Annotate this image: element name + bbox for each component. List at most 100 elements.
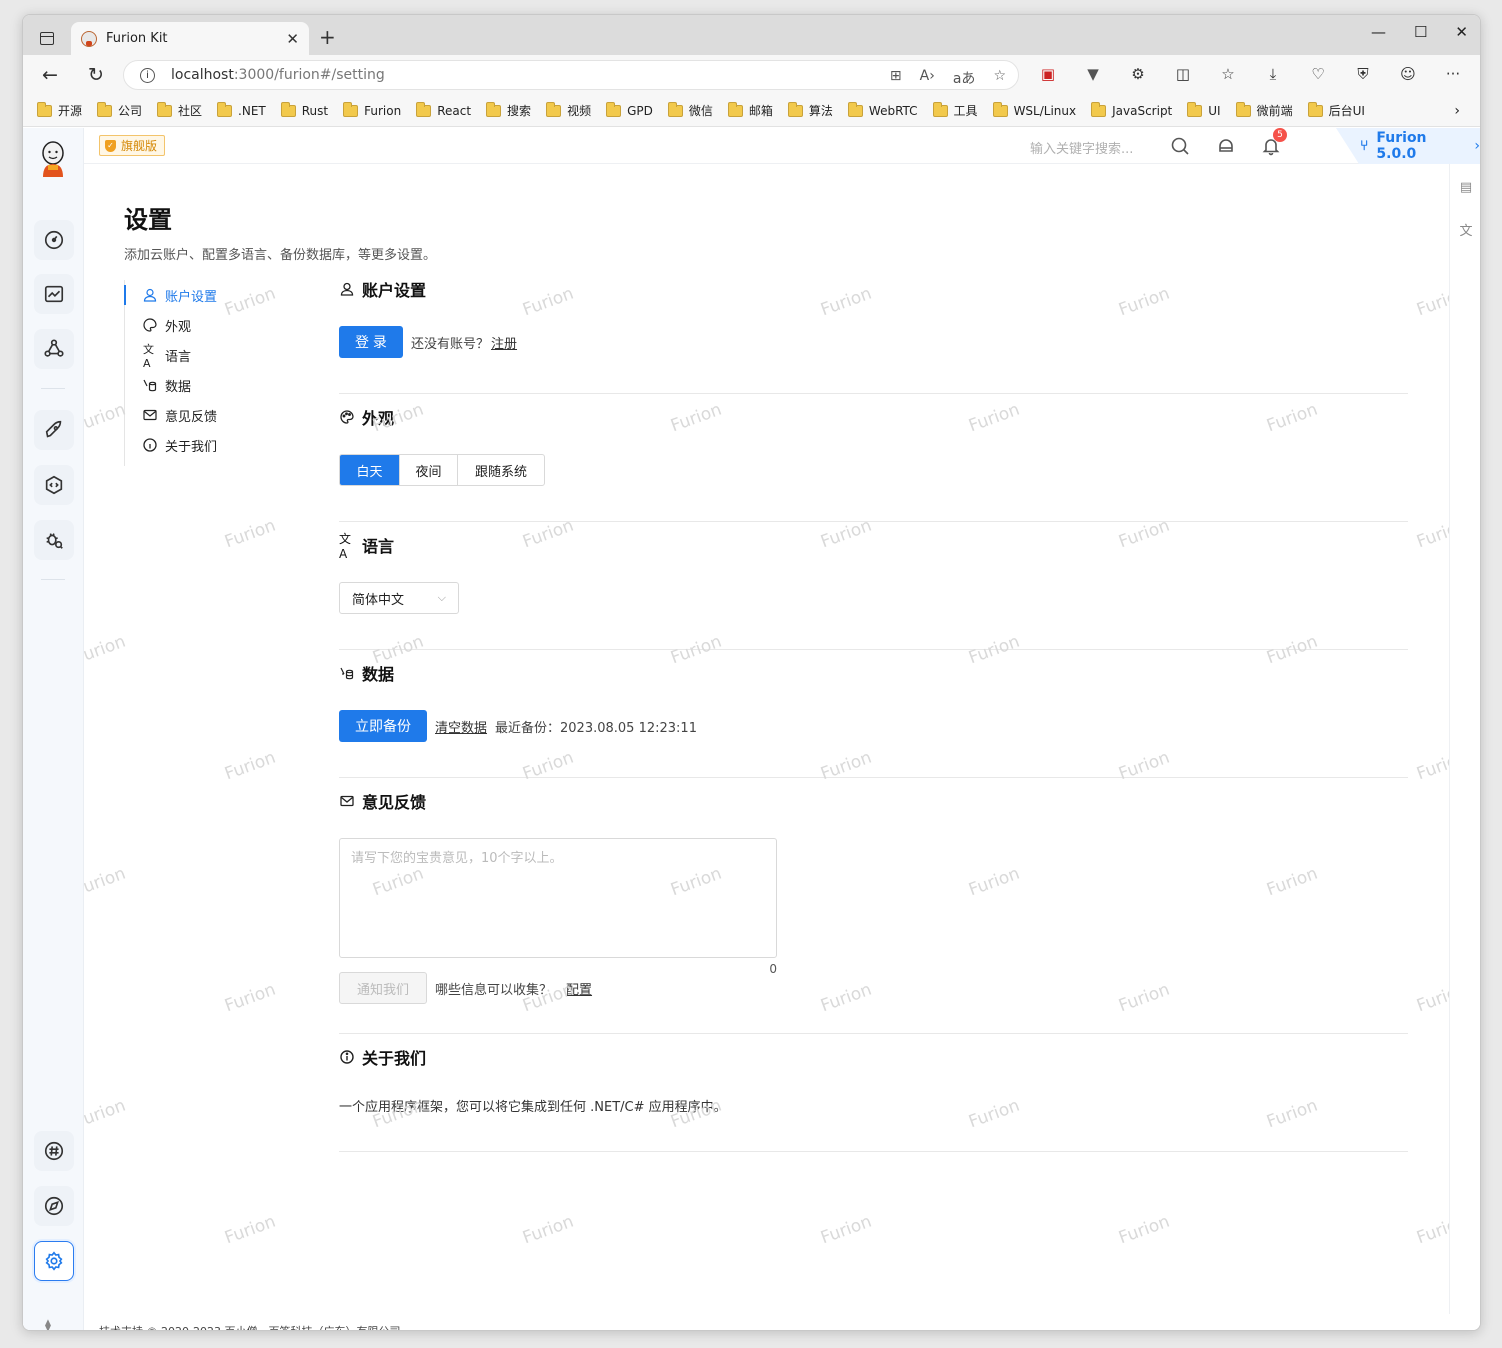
app-topbar: ✓ 旗舰版 输入关键字搜索... 5 ⑂ Furion 5.0.0 ›: [84, 128, 1480, 164]
search-input[interactable]: 输入关键字搜索...: [1030, 138, 1133, 157]
bookmark-label: 后台UI: [1328, 104, 1365, 118]
config-link[interactable]: 配置: [566, 979, 592, 998]
minimize-icon[interactable]: —: [1371, 23, 1386, 41]
bookmark-folder[interactable]: GPD: [606, 101, 653, 118]
code-button[interactable]: [34, 465, 74, 505]
bug-search-button[interactable]: [34, 520, 74, 560]
subnav-item[interactable]: 数据: [125, 370, 284, 400]
favorite-star-icon[interactable]: ☆: [993, 68, 1006, 88]
window-close-icon[interactable]: ✕: [1455, 23, 1468, 41]
theme-option-night[interactable]: 夜间: [400, 455, 458, 485]
network-nodes-button[interactable]: [34, 329, 74, 369]
subnav-item[interactable]: 关于我们: [125, 430, 284, 460]
bookmark-folder[interactable]: WebRTC: [847, 101, 918, 118]
bookmark-folder[interactable]: 视频: [546, 101, 591, 119]
close-tab-icon[interactable]: ✕: [286, 30, 299, 48]
theme-option-day[interactable]: 白天: [340, 455, 400, 485]
subnav-item[interactable]: 文A 语言: [125, 340, 284, 370]
browser-tab[interactable]: Furion Kit ✕: [71, 22, 309, 55]
extensions-icon[interactable]: ⚙: [1127, 65, 1149, 83]
folder-icon: [343, 101, 359, 117]
tab-actions-icon[interactable]: [40, 32, 54, 45]
folder-icon: [606, 101, 622, 117]
new-tab-icon[interactable]: +: [319, 25, 336, 49]
downloads-icon[interactable]: ⤓: [1262, 65, 1284, 83]
bookmark-folder[interactable]: 工具: [932, 101, 978, 119]
feedback-heading-label: 意见反馈: [362, 793, 427, 812]
app-available-icon[interactable]: ⊞: [890, 68, 902, 88]
left-sidebar: [23, 128, 84, 1330]
browser-window: Furion Kit ✕ + — ☐ ✕ ← ↻ i localhost:300…: [22, 14, 1481, 1331]
split-screen-icon[interactable]: ◫: [1172, 65, 1194, 83]
hashtag-button[interactable]: [34, 1131, 74, 1171]
folder-icon: [217, 101, 233, 117]
bookmark-folder[interactable]: 公司: [97, 101, 142, 119]
clear-data-link[interactable]: 清空数据: [435, 717, 487, 736]
language-select[interactable]: 简体中文 ⌵: [339, 582, 459, 614]
subnav-item[interactable]: 意见反馈: [125, 400, 284, 430]
watermark: Furion: [222, 515, 279, 553]
watermark: Furion: [84, 631, 129, 669]
dashboard-gauge-button[interactable]: [34, 220, 74, 260]
bookmark-folder[interactable]: 算法: [787, 101, 833, 119]
bookmark-folder[interactable]: 微前端: [1235, 101, 1293, 119]
compass-button[interactable]: [34, 1186, 74, 1226]
back-icon[interactable]: ←: [27, 64, 73, 86]
bookmark-folder[interactable]: 微信: [667, 101, 713, 119]
bookmark-folder[interactable]: Rust: [280, 101, 328, 118]
profile-avatar-icon[interactable]: ☺: [1397, 65, 1419, 83]
version-button[interactable]: ⑂ Furion 5.0.0 ›: [1336, 128, 1480, 164]
read-aloud-icon[interactable]: A›: [920, 68, 935, 88]
subnav-item[interactable]: 账户设置: [124, 280, 284, 310]
bookmark-folder[interactable]: 后台UI: [1307, 101, 1365, 119]
backup-now-button[interactable]: 立即备份: [339, 710, 427, 742]
rocket-button[interactable]: [34, 410, 74, 450]
bookmark-label: WebRTC: [868, 103, 918, 118]
account-section: 账户设置 登 录 还没有账号？ 注册: [339, 277, 1408, 358]
bookmark-folder[interactable]: Furion: [343, 101, 401, 118]
divider: [339, 1151, 1408, 1152]
layers-icon[interactable]: ⧫: [45, 1318, 51, 1330]
bookmark-folder[interactable]: JavaScript: [1091, 101, 1172, 118]
app-store-icon[interactable]: [1215, 135, 1237, 157]
translate-page-icon[interactable]: aあ: [953, 68, 976, 88]
bookmark-folder[interactable]: WSL/Linux: [992, 101, 1076, 118]
theme-option-system[interactable]: 跟随系统: [458, 455, 544, 485]
notification-count-badge: 5: [1273, 128, 1287, 142]
data-icon: [339, 666, 354, 681]
favorites-icon[interactable]: ☆: [1217, 65, 1239, 83]
folder-icon: [1307, 101, 1323, 117]
bookmarks-overflow-icon[interactable]: ›: [1454, 103, 1460, 119]
extension-red-icon[interactable]: ▣: [1037, 65, 1059, 83]
bookmark-folder[interactable]: React: [416, 101, 471, 118]
subnav-item[interactable]: 外观: [125, 310, 284, 340]
url-field[interactable]: i localhost:3000/furion#/setting ⊞ A› aあ…: [123, 60, 1019, 90]
register-link[interactable]: 注册: [491, 333, 517, 352]
bookmark-folder[interactable]: UI: [1187, 101, 1221, 118]
maximize-icon[interactable]: ☐: [1414, 23, 1427, 41]
bookmark-folder[interactable]: 开源: [37, 101, 82, 119]
performance-icon[interactable]: ♡: [1307, 65, 1329, 83]
notify-us-button[interactable]: 通知我们: [339, 972, 427, 1004]
bookmark-folder[interactable]: 社区: [157, 101, 202, 119]
refresh-icon[interactable]: ↻: [73, 64, 119, 86]
extension-v-icon[interactable]: ▼: [1082, 65, 1104, 83]
search-icon[interactable]: [1169, 135, 1191, 157]
furion-logo-icon[interactable]: [38, 140, 68, 178]
bookmark-folder[interactable]: 搜索: [486, 101, 531, 119]
monitor-chart-button[interactable]: [34, 274, 74, 314]
language-heading-label: 语言: [362, 537, 395, 556]
site-info-icon[interactable]: i: [140, 67, 155, 83]
translate-rail-icon[interactable]: 文: [1458, 220, 1474, 239]
more-menu-icon[interactable]: ···: [1442, 65, 1464, 83]
browser-essentials-icon[interactable]: ⛨: [1352, 65, 1374, 83]
footer-text: 技术支持 © 2020-2023 百小僧，百签科技（广东）有限公司: [99, 1323, 400, 1330]
book-icon[interactable]: ▤: [1458, 180, 1474, 196]
data-section: 数据 立即备份 清空数据 最近备份：2023.08.05 12:23:11: [339, 661, 1408, 742]
login-button[interactable]: 登 录: [339, 326, 403, 358]
bookmark-folder[interactable]: .NET: [217, 101, 266, 118]
feedback-textarea[interactable]: 请写下您的宝贵意见，10个字以上。: [339, 838, 777, 958]
settings-button[interactable]: [34, 1241, 74, 1281]
url-path: :3000/furion#/setting: [233, 67, 385, 83]
bookmark-folder[interactable]: 邮箱: [727, 101, 773, 119]
